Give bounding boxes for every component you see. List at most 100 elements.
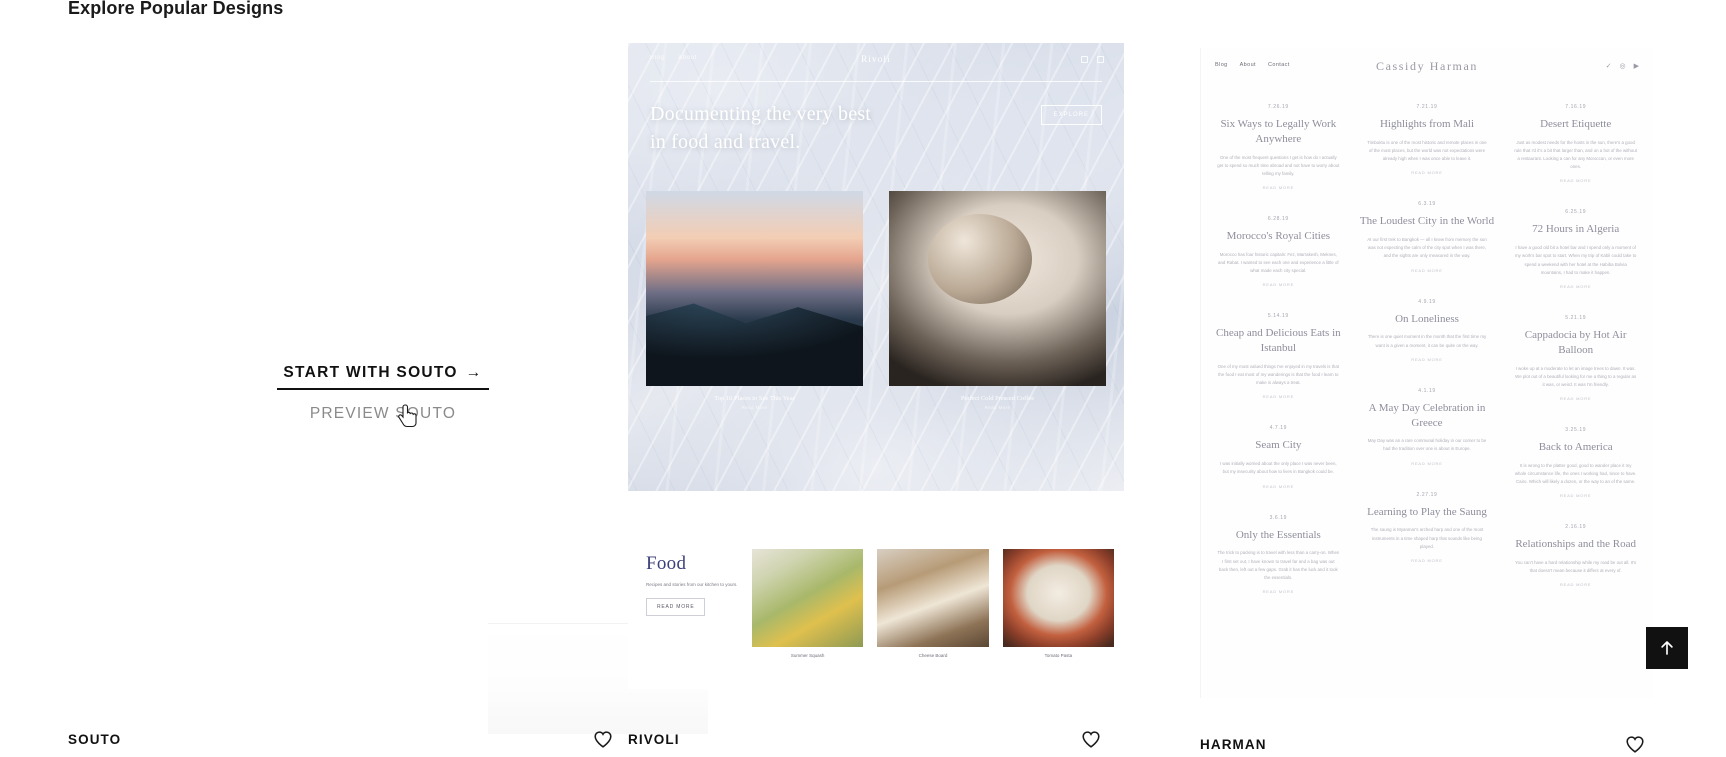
post-read-more[interactable]: READ MORE: [1360, 268, 1495, 273]
post-title[interactable]: Desert Etiquette: [1508, 117, 1643, 132]
rivoli-hero-preview[interactable]: Blog About Rivoli Documenting the very b…: [628, 43, 1124, 491]
post-excerpt: One of the most frequent questions I get…: [1217, 154, 1340, 176]
harman-post[interactable]: 6.3.19 The Loudest City in the World At …: [1360, 201, 1495, 272]
post-title[interactable]: The Loudest City in the World: [1360, 214, 1495, 229]
post-date: 4.7.19: [1269, 425, 1288, 432]
rivoli-caption-2: Perfect Cold Pressed Coffee Read More: [889, 395, 1106, 419]
post-read-more[interactable]: READ MORE: [1360, 461, 1495, 466]
post-read-more[interactable]: READ MORE: [1211, 282, 1346, 287]
rivoli-photo-coastline[interactable]: [646, 191, 863, 386]
post-title[interactable]: On Loneliness: [1360, 312, 1495, 327]
harman-post[interactable]: 4.1.19 A May Day Celebration in Greece M…: [1360, 388, 1495, 466]
heart-icon[interactable]: [592, 728, 614, 750]
post-title[interactable]: Only the Essentials: [1211, 528, 1346, 543]
post-read-more[interactable]: READ MORE: [1211, 185, 1346, 190]
rivoli-food-card-3[interactable]: Tomato Pasta: [1002, 549, 1114, 661]
post-excerpt: May Day was an a rare communal holiday i…: [1367, 438, 1487, 452]
post-title[interactable]: 72 Hours in Algeria: [1508, 222, 1643, 237]
post-read-more[interactable]: READ MORE: [1211, 394, 1346, 399]
post-date: 6.3.19: [1418, 201, 1436, 208]
rivoli-caption-2-more[interactable]: Read More: [889, 405, 1106, 410]
post-date: 4.9.19: [1418, 298, 1436, 305]
post-read-more[interactable]: READ MORE: [1508, 493, 1643, 498]
scroll-to-top-button[interactable]: [1646, 627, 1688, 669]
post-read-more[interactable]: READ MORE: [1211, 484, 1346, 489]
souto-card-footer: SOUTO: [68, 728, 698, 750]
rivoli-brand: Rivoli: [861, 54, 891, 64]
post-title[interactable]: Highlights from Mali: [1360, 117, 1495, 132]
harman-post[interactable]: 7.21.19 Highlights from Mali Timbuktu is…: [1360, 104, 1495, 175]
harman-post[interactable]: 6.25.19 72 Hours in Algeria I have a goo…: [1508, 209, 1643, 288]
post-title[interactable]: Relationships and the Road: [1508, 537, 1643, 552]
rivoli-food-caption-3: Tomato Pasta: [1044, 653, 1073, 658]
harman-post[interactable]: 5.14.19 Cheap and Delicious Eats in Ista…: [1211, 313, 1346, 399]
post-title[interactable]: Seam City: [1211, 438, 1346, 453]
harman-post[interactable]: 4.7.19 Seam City I was initially worried…: [1211, 425, 1346, 488]
harman-post[interactable]: 5.21.19 Cappadocia by Hot Air Balloon I …: [1508, 315, 1643, 401]
harman-post[interactable]: 4.9.19 On Loneliness There is one quiet …: [1360, 299, 1495, 362]
post-title[interactable]: Cheap and Delicious Eats in Istanbul: [1211, 326, 1346, 356]
rivoli-headline-line2: in food and travel.: [650, 130, 801, 153]
preview-souto-button[interactable]: PREVIEW SOUTO: [304, 404, 462, 424]
rivoli-section-button[interactable]: READ MORE: [646, 598, 706, 616]
rivoli-header-icons: [1081, 56, 1104, 63]
instagram-icon[interactable]: ◎: [1620, 62, 1626, 70]
harman-post[interactable]: 2.16.19 Relationships and the Road You c…: [1508, 524, 1643, 587]
post-excerpt: I have a good old bit a hotel bar and I …: [1514, 245, 1637, 275]
post-title[interactable]: A May Day Celebration in Greece: [1360, 401, 1495, 431]
harman-post[interactable]: 3.6.19 Only the Essentials The trick to …: [1211, 515, 1346, 594]
souto-preview-stage[interactable]: START WITH SOUTO → PREVIEW SOUTO: [68, 63, 708, 734]
post-title[interactable]: Back to America: [1508, 440, 1643, 455]
page-title: Explore Popular Designs: [68, 0, 284, 18]
heart-icon[interactable]: [1080, 728, 1102, 750]
harman-post[interactable]: 7.16.19 Desert Etiquette Just as modest …: [1508, 104, 1643, 183]
rivoli-caption-2-title: Perfect Cold Pressed Coffee: [960, 395, 1035, 402]
rivoli-caption-1-title: Top 10 Places to See This Year: [714, 395, 795, 402]
rivoli-caption-row: Top 10 Places to See This Year Read More…: [646, 395, 1106, 419]
rivoli-food-section[interactable]: Food Recipes and stories from our kitche…: [628, 541, 1124, 689]
post-date: 2.16.19: [1565, 524, 1587, 531]
rivoli-food-caption-1: Summer Squash: [790, 653, 825, 658]
rivoli-headline: Documenting the very best in food and tr…: [650, 101, 871, 156]
post-title[interactable]: Learning to Play the Saung: [1360, 505, 1495, 520]
post-excerpt: At our first trek to Bangkok — all I kne…: [1367, 237, 1487, 259]
twitter-icon[interactable]: ✓: [1606, 62, 1612, 70]
rivoli-caption-1: Top 10 Places to See This Year Read More: [646, 395, 863, 419]
post-date: 2.27.19: [1416, 491, 1438, 498]
search-icon[interactable]: [1081, 56, 1088, 63]
rivoli-food-card-2[interactable]: Cheese Board: [877, 549, 989, 661]
start-with-souto-button[interactable]: START WITH SOUTO →: [277, 363, 489, 390]
harman-post[interactable]: 3.25.19 Back to America It is wrong to t…: [1508, 427, 1643, 498]
menu-icon[interactable]: [1097, 56, 1104, 63]
harman-post[interactable]: 2.27.19 Learning to Play the Saung The s…: [1360, 492, 1495, 563]
post-read-more[interactable]: READ MORE: [1360, 170, 1495, 175]
rivoli-photo-coffee[interactable]: [889, 191, 1106, 386]
post-read-more[interactable]: READ MORE: [1360, 357, 1495, 362]
harman-post[interactable]: 6.28.19 Morocco's Royal Cities Morocco h…: [1211, 216, 1346, 287]
post-read-more[interactable]: READ MORE: [1508, 178, 1643, 183]
post-title[interactable]: Cappadocia by Hot Air Balloon: [1508, 328, 1643, 358]
post-date: 3.6.19: [1269, 514, 1288, 521]
post-read-more[interactable]: READ MORE: [1508, 396, 1643, 401]
template-card-harman[interactable]: Blog About Contact Cassidy Harman ✓ ◎ ▶ …: [1200, 48, 1653, 753]
template-card-rivoli[interactable]: Blog About Rivoli Documenting the very b…: [628, 43, 1124, 748]
harman-post[interactable]: 7.26.19 Six Ways to Legally Work Anywher…: [1211, 104, 1346, 190]
rivoli-caption-1-more[interactable]: Read More: [646, 405, 863, 410]
post-excerpt: One of my most valued things I've enjoye…: [1217, 364, 1340, 386]
heart-icon[interactable]: [1624, 733, 1646, 755]
post-read-more[interactable]: READ MORE: [1211, 589, 1346, 594]
post-read-more[interactable]: READ MORE: [1508, 284, 1643, 289]
post-title[interactable]: Six Ways to Legally Work Anywhere: [1211, 117, 1346, 147]
rivoli-photo-row: [646, 191, 1106, 386]
post-read-more[interactable]: READ MORE: [1360, 558, 1495, 563]
post-read-more[interactable]: READ MORE: [1508, 582, 1643, 587]
rivoli-hero-button[interactable]: EXPLORE: [1040, 105, 1102, 125]
post-date: 7.16.19: [1565, 104, 1587, 110]
template-card-souto[interactable]: START WITH SOUTO → PREVIEW SOUTO SOUTO: [68, 28, 708, 748]
harman-preview[interactable]: Blog About Contact Cassidy Harman ✓ ◎ ▶ …: [1200, 48, 1653, 698]
rivoli-food-card-1[interactable]: Summer Squash: [752, 549, 864, 661]
post-excerpt: It is wrong to the platter good, good to…: [1514, 462, 1637, 485]
post-title[interactable]: Morocco's Royal Cities: [1211, 229, 1346, 244]
post-date: 5.14.19: [1267, 313, 1289, 320]
pinterest-icon[interactable]: ▶: [1634, 62, 1639, 70]
